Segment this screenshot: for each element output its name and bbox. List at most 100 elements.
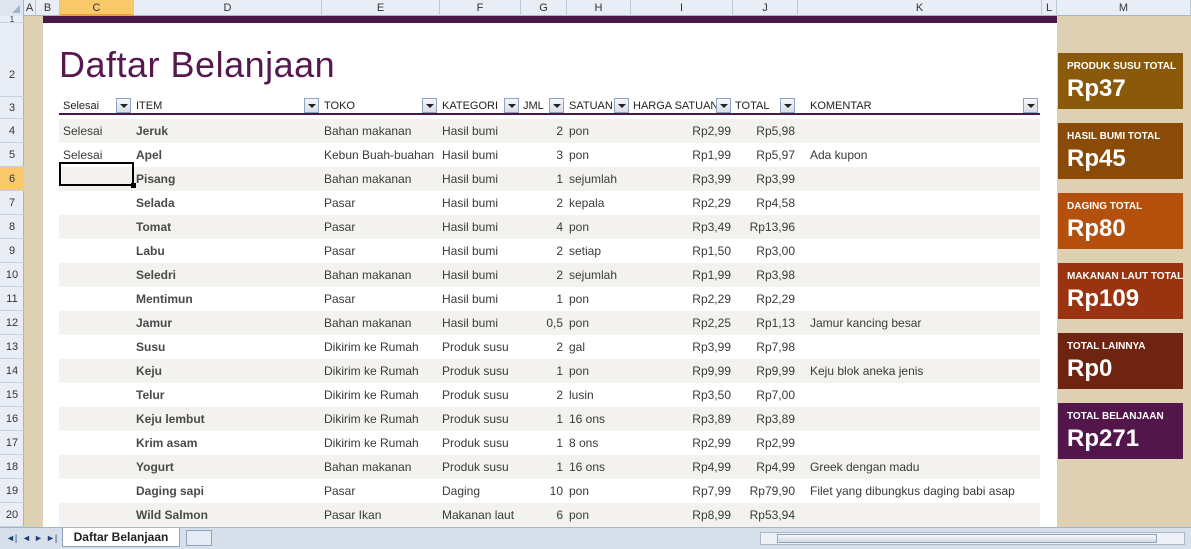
cell-harga[interactable]: Rp3,50 — [633, 383, 731, 407]
first-sheet-icon[interactable]: ◄| — [6, 533, 17, 543]
cell-satuan[interactable]: pon — [569, 215, 631, 239]
cell-harga[interactable]: Rp2,99 — [633, 431, 731, 455]
cell-item[interactable]: Wild Salmon — [136, 503, 316, 527]
cell-satuan[interactable]: 16 ons — [569, 455, 631, 479]
cell-komentar[interactable]: Greek dengan madu — [810, 455, 1040, 479]
row-header[interactable]: 16 — [0, 407, 24, 431]
filter-dropdown-button[interactable] — [504, 98, 519, 113]
next-sheet-icon[interactable]: ► — [34, 533, 43, 543]
cell-kategori[interactable]: Produk susu — [442, 407, 522, 431]
cell-item[interactable]: Keju lembut — [136, 407, 316, 431]
row-header[interactable]: 18 — [0, 455, 24, 479]
filter-dropdown-button[interactable] — [1023, 98, 1038, 113]
cell-kategori[interactable]: Hasil bumi — [442, 311, 522, 335]
cell-satuan[interactable]: sejumlah — [569, 167, 631, 191]
cell-kategori[interactable]: Hasil bumi — [442, 191, 522, 215]
row-header[interactable]: 13 — [0, 335, 24, 359]
cell-harga[interactable]: Rp3,49 — [633, 215, 731, 239]
cell-harga[interactable]: Rp3,99 — [633, 335, 731, 359]
cell-jml[interactable]: 10 — [523, 479, 563, 503]
row-header[interactable]: 15 — [0, 383, 24, 407]
cell-komentar[interactable]: Filet yang dibungkus daging babi asap — [810, 479, 1040, 503]
cell-harga[interactable]: Rp2,99 — [633, 119, 731, 143]
column-header-h[interactable]: H — [567, 0, 631, 16]
filter-dropdown-button[interactable] — [422, 98, 437, 113]
cell-satuan[interactable]: gal — [569, 335, 631, 359]
cell-harga[interactable]: Rp3,99 — [633, 167, 731, 191]
row-header[interactable]: 3 — [0, 97, 24, 119]
cell-harga[interactable]: Rp3,89 — [633, 407, 731, 431]
cell-toko[interactable]: Dikirim ke Rumah — [324, 359, 440, 383]
cell-harga[interactable]: Rp2,25 — [633, 311, 731, 335]
row-header[interactable]: 8 — [0, 215, 24, 239]
cell-toko[interactable]: Pasar — [324, 215, 440, 239]
cell-harga[interactable]: Rp1,99 — [633, 263, 731, 287]
scrollbar-thumb[interactable] — [777, 534, 1157, 543]
column-header-a[interactable]: A — [24, 0, 36, 16]
prev-sheet-icon[interactable]: ◄ — [22, 533, 31, 543]
cell-satuan[interactable]: kepala — [569, 191, 631, 215]
cell-toko[interactable]: Pasar — [324, 191, 440, 215]
cell-jml[interactable]: 3 — [523, 143, 563, 167]
cell-kategori[interactable]: Produk susu — [442, 455, 522, 479]
cell-kategori[interactable]: Hasil bumi — [442, 287, 522, 311]
row-header[interactable]: 17 — [0, 431, 24, 455]
cell-kategori[interactable]: Daging — [442, 479, 522, 503]
cell-kategori[interactable]: Hasil bumi — [442, 215, 522, 239]
cell-harga[interactable]: Rp2,29 — [633, 287, 731, 311]
cell-total[interactable]: Rp7,00 — [735, 383, 795, 407]
cell-total[interactable]: Rp5,98 — [735, 119, 795, 143]
cell-toko[interactable]: Dikirim ke Rumah — [324, 407, 440, 431]
cell-total[interactable]: Rp2,99 — [735, 431, 795, 455]
cell-jml[interactable]: 2 — [523, 119, 563, 143]
column-header-b[interactable]: B — [36, 0, 60, 16]
cell-jml[interactable]: 1 — [523, 167, 563, 191]
row-header[interactable]: 9 — [0, 239, 24, 263]
worksheet[interactable]: Daftar Belanjaan Selesai ITEM TOKO KATEG… — [43, 16, 1057, 527]
cell-jml[interactable]: 1 — [523, 431, 563, 455]
insert-sheet-icon[interactable] — [186, 530, 212, 546]
cell-total[interactable]: Rp3,89 — [735, 407, 795, 431]
cell-item[interactable]: Apel — [136, 143, 316, 167]
cell-item[interactable]: Yogurt — [136, 455, 316, 479]
column-header-d[interactable]: D — [134, 0, 322, 16]
cell-toko[interactable]: Bahan makanan — [324, 263, 440, 287]
row-header[interactable]: 11 — [0, 287, 24, 311]
cell-total[interactable]: Rp9,99 — [735, 359, 795, 383]
cell-selesai[interactable]: Selesai — [63, 119, 133, 143]
cell-item[interactable]: Krim asam — [136, 431, 316, 455]
cell-jml[interactable]: 4 — [523, 215, 563, 239]
cell-jml[interactable]: 2 — [523, 191, 563, 215]
column-header-g[interactable]: G — [521, 0, 567, 16]
filter-dropdown-button[interactable] — [614, 98, 629, 113]
cell-toko[interactable]: Pasar — [324, 479, 440, 503]
cell-satuan[interactable]: lusin — [569, 383, 631, 407]
row-header[interactable]: 1 — [0, 16, 24, 24]
cell-item[interactable]: Mentimun — [136, 287, 316, 311]
filter-dropdown-button[interactable] — [716, 98, 731, 113]
cell-kategori[interactable]: Hasil bumi — [442, 239, 522, 263]
cell-total[interactable]: Rp79,90 — [735, 479, 795, 503]
cell-toko[interactable]: Dikirim ke Rumah — [324, 335, 440, 359]
cell-satuan[interactable]: 16 ons — [569, 407, 631, 431]
cell-jml[interactable]: 1 — [523, 359, 563, 383]
cell-kategori[interactable]: Hasil bumi — [442, 119, 522, 143]
cell-jml[interactable]: 2 — [523, 335, 563, 359]
filter-dropdown-button[interactable] — [780, 98, 795, 113]
cell-komentar[interactable]: Ada kupon — [810, 143, 1040, 167]
cell-item[interactable]: Jamur — [136, 311, 316, 335]
cell-satuan[interactable]: pon — [569, 143, 631, 167]
cell-toko[interactable]: Kebun Buah-buahan — [324, 143, 440, 167]
cell-item[interactable]: Pisang — [136, 167, 316, 191]
cell-satuan[interactable]: setiap — [569, 239, 631, 263]
row-header[interactable]: 14 — [0, 359, 24, 383]
cell-total[interactable]: Rp3,99 — [735, 167, 795, 191]
cell-harga[interactable]: Rp8,99 — [633, 503, 731, 527]
select-all-button[interactable] — [0, 0, 24, 16]
cell-harga[interactable]: Rp1,99 — [633, 143, 731, 167]
column-header-i[interactable]: I — [631, 0, 733, 16]
cell-kategori[interactable]: Makanan laut — [442, 503, 522, 527]
cell-jml[interactable]: 2 — [523, 263, 563, 287]
cell-total[interactable]: Rp2,29 — [735, 287, 795, 311]
cell-jml[interactable]: 0,5 — [523, 311, 563, 335]
